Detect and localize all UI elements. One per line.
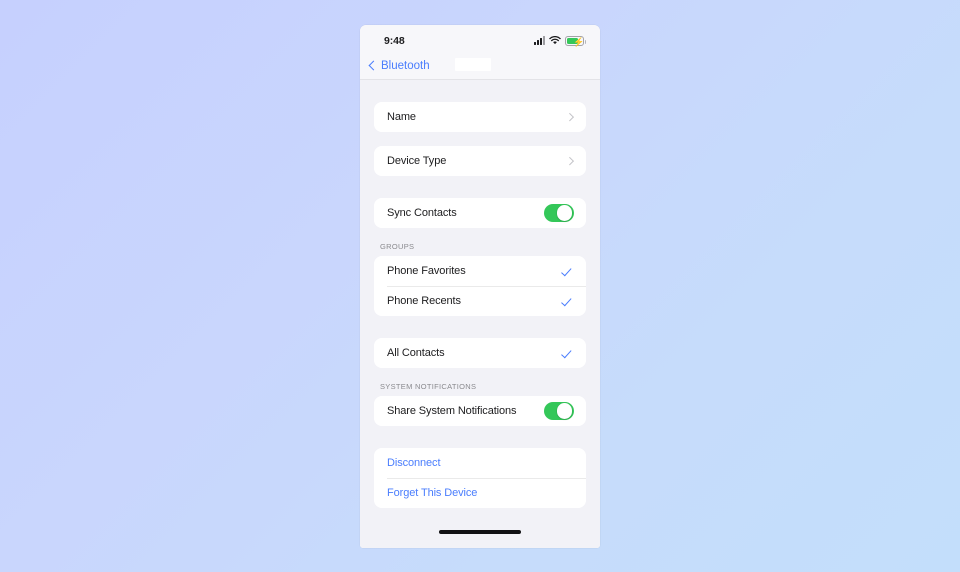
row-phone-favorites[interactable]: Phone Favorites	[374, 256, 586, 286]
battery-charging-icon: ⚡	[565, 35, 586, 47]
status-bar-time: 9:48	[384, 34, 405, 47]
page-title-redaction	[455, 58, 491, 71]
section-header-system-notifications: SYSTEM NOTIFICATIONS	[380, 382, 477, 391]
section-system-notifications: Share System Notifications	[374, 396, 586, 426]
row-sync-contacts[interactable]: Sync Contacts	[374, 198, 586, 228]
row-device-type[interactable]: Device Type	[374, 146, 586, 176]
section-device-type: Device Type	[374, 146, 586, 176]
cellular-signal-icon	[534, 36, 545, 45]
row-phone-recents-label: Phone Recents	[387, 295, 461, 307]
chevron-right-icon	[565, 157, 574, 165]
home-indicator[interactable]	[439, 530, 521, 534]
row-name-label: Name	[387, 111, 416, 123]
disconnect-button-label: Disconnect	[387, 457, 441, 469]
section-all-contacts: All Contacts	[374, 338, 586, 368]
wifi-icon	[549, 32, 561, 50]
checkmark-icon	[562, 348, 573, 359]
row-phone-recents[interactable]: Phone Recents	[374, 286, 586, 316]
sync-contacts-toggle[interactable]	[544, 204, 574, 222]
row-all-contacts[interactable]: All Contacts	[374, 338, 586, 368]
section-groups: Phone Favorites Phone Recents	[374, 256, 586, 316]
row-share-system-notifications[interactable]: Share System Notifications	[374, 396, 586, 426]
section-header-groups: GROUPS	[380, 242, 415, 251]
section-name: Name	[374, 102, 586, 132]
row-disconnect[interactable]: Disconnect	[374, 448, 586, 478]
row-name[interactable]: Name	[374, 102, 586, 132]
section-sync-contacts: Sync Contacts	[374, 198, 586, 228]
back-button-bluetooth[interactable]: Bluetooth	[368, 59, 430, 72]
row-share-system-notifications-label: Share System Notifications	[387, 405, 517, 417]
share-system-notifications-toggle[interactable]	[544, 402, 574, 420]
row-phone-favorites-label: Phone Favorites	[387, 265, 466, 277]
row-sync-contacts-label: Sync Contacts	[387, 207, 457, 219]
row-forget-this-device[interactable]: Forget This Device	[374, 478, 586, 508]
home-indicator-area	[360, 522, 600, 548]
section-actions: Disconnect Forget This Device	[374, 448, 586, 508]
settings-scroll-content[interactable]: Name Device Type Sync Contacts GROUPS Ph…	[360, 80, 600, 548]
phone-device-frame: 9:48 ⚡ Bluetooth Name Device Type Sync C…	[360, 25, 600, 548]
checkmark-icon	[562, 296, 573, 307]
navigation-bar: Bluetooth	[360, 52, 600, 80]
checkmark-icon	[562, 266, 573, 277]
row-device-type-label: Device Type	[387, 155, 447, 167]
chevron-right-icon	[565, 113, 574, 121]
back-button-label: Bluetooth	[381, 59, 430, 72]
status-bar-icons: ⚡	[534, 32, 586, 50]
forget-this-device-button-label: Forget This Device	[387, 487, 478, 499]
status-bar: 9:48 ⚡	[360, 25, 600, 52]
row-all-contacts-label: All Contacts	[387, 347, 445, 359]
chevron-left-icon	[368, 60, 379, 71]
